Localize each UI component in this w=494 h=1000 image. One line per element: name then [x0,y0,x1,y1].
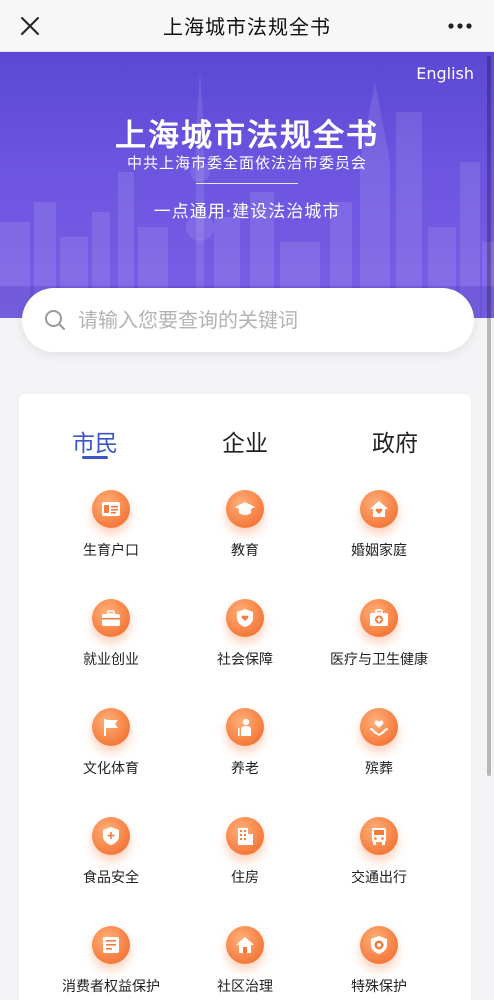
category-card: 市民 企业 政府 生育户口 教育 婚姻家庭 就业创业 社会保障 医疗与卫生健康 … [19,394,471,1000]
category-item-medical-health[interactable]: 医疗与卫生健康 [309,599,449,669]
id-card-icon [92,490,130,528]
navbar-title: 上海城市法规全书 [163,15,331,39]
category-item-consumer-rights[interactable]: 消费者权益保护 [41,926,181,996]
category-label: 生育户口 [83,543,139,559]
category-label: 社会保障 [217,652,273,668]
search-bar[interactable] [22,288,474,352]
category-item-marriage-family[interactable]: 婚姻家庭 [309,490,449,560]
elder-person-icon [226,708,264,746]
category-item-education[interactable]: 教育 [175,490,315,560]
english-link[interactable]: English [416,64,474,83]
category-item-employment[interactable]: 就业创业 [41,599,181,669]
hero-subtitle: 中共上海市委全面依法治市委员会 [126,154,367,172]
tab-citizen[interactable]: 市民 [35,424,155,458]
category-item-transportation[interactable]: 交通出行 [309,817,449,887]
tab-government[interactable]: 政府 [335,424,455,458]
category-label: 就业创业 [83,652,139,668]
medical-kit-icon [360,599,398,637]
skyline-illustration [0,72,494,318]
hero-banner: English 上海城市法规全书 中共上海市委全面依法治市委员会 一点通用·建设… [0,52,494,318]
category-label: 交通出行 [351,870,407,886]
category-label: 社区治理 [217,979,273,995]
category-label: 文化体育 [83,761,139,777]
hero-title: 上海城市法规全书 [115,118,379,154]
home-heart-icon [360,490,398,528]
search-input[interactable] [78,302,458,338]
hero-divider [196,183,298,184]
tab-enterprise[interactable]: 企业 [185,424,305,458]
graduation-cap-icon [226,490,264,528]
hands-heart-icon [360,708,398,746]
active-tab-indicator [82,456,108,459]
category-label: 教育 [231,543,259,559]
category-label: 殡葬 [365,761,393,777]
category-label: 特殊保护 [351,979,407,995]
building-icon [226,817,264,855]
scrollbar[interactable] [487,56,491,776]
shield-plus-icon [92,817,130,855]
category-item-birth-registration[interactable]: 生育户口 [41,490,181,560]
bus-icon [360,817,398,855]
category-label: 食品安全 [83,870,139,886]
category-label: 医疗与卫生健康 [330,652,428,668]
navbar: 上海城市法规全书 [0,0,494,52]
category-label: 住房 [231,870,259,886]
category-item-funeral[interactable]: 殡葬 [309,708,449,778]
more-options-icon[interactable] [444,14,476,38]
category-label: 消费者权益保护 [62,979,160,995]
search-icon [45,310,65,330]
protect-badge-icon [360,926,398,964]
close-icon[interactable] [16,12,44,40]
briefcase-icon [92,599,130,637]
document-icon [92,926,130,964]
shield-hands-icon [226,599,264,637]
category-item-culture-sports[interactable]: 文化体育 [41,708,181,778]
hero-slogan: 一点通用·建设法治城市 [153,202,341,222]
flag-icon [92,708,130,746]
house-icon [226,926,264,964]
category-label: 婚姻家庭 [351,543,407,559]
category-label: 养老 [231,761,259,777]
category-item-food-safety[interactable]: 食品安全 [41,817,181,887]
category-item-housing[interactable]: 住房 [175,817,315,887]
category-item-elderly-care[interactable]: 养老 [175,708,315,778]
category-item-special-protection[interactable]: 特殊保护 [309,926,449,996]
category-item-social-security[interactable]: 社会保障 [175,599,315,669]
category-item-community-governance[interactable]: 社区治理 [175,926,315,996]
